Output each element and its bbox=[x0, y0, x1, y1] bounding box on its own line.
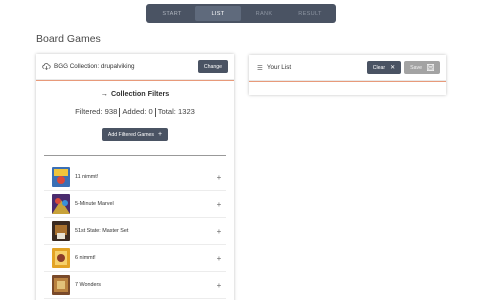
game-name: 7 Wonders bbox=[75, 282, 101, 288]
step-list[interactable]: LIST bbox=[195, 6, 241, 21]
cloud-download-icon bbox=[42, 63, 51, 71]
game-thumbnail-11-nimmt bbox=[52, 167, 70, 187]
game-row[interactable]: 11 nimmt! + bbox=[44, 164, 226, 191]
add-game-plus-icon[interactable]: + bbox=[212, 254, 226, 263]
clear-button[interactable]: Clear ✕ bbox=[366, 61, 402, 74]
your-list-panel: ☰ Your List Clear ✕ Save bbox=[249, 55, 446, 95]
game-list: 11 nimmt! + 5-Minute Marvel + 51st State… bbox=[44, 164, 226, 299]
game-row[interactable]: 51st State: Master Set + bbox=[44, 218, 226, 245]
list-divider bbox=[44, 155, 226, 156]
save-button[interactable]: Save bbox=[404, 61, 440, 74]
your-list-title: Your List bbox=[266, 64, 292, 71]
clear-label: Clear bbox=[372, 64, 386, 71]
added-count: Added: 0 bbox=[122, 107, 153, 116]
game-thumbnail-6-nimmt bbox=[52, 248, 70, 268]
add-filtered-games-label: Add Filtered Games bbox=[107, 131, 155, 138]
page-title: Board Games bbox=[36, 33, 101, 45]
collection-counts: Filtered: 938 Added: 0 Total: 1323 bbox=[36, 107, 234, 117]
add-game-plus-icon[interactable]: + bbox=[212, 200, 226, 209]
game-name: 51st State: Master Set bbox=[75, 228, 129, 234]
filtered-count: Filtered: 938 bbox=[75, 107, 118, 116]
add-game-plus-icon[interactable]: + bbox=[212, 173, 226, 182]
total-count: Total: 1323 bbox=[157, 107, 195, 116]
accent-divider bbox=[36, 80, 234, 81]
add-filtered-games-button[interactable]: Add Filtered Games + bbox=[101, 128, 169, 141]
step-rank[interactable]: RANK bbox=[241, 6, 287, 21]
your-list-header: ☰ Your List Clear ✕ Save bbox=[249, 55, 446, 81]
plus-icon: + bbox=[158, 131, 163, 138]
game-thumbnail-7-wonders bbox=[52, 275, 70, 295]
game-name: 11 nimmt! bbox=[75, 174, 99, 180]
add-game-plus-icon[interactable]: + bbox=[212, 227, 226, 236]
game-name: 6 nimmt! bbox=[75, 255, 96, 261]
collection-filters-toggle[interactable]: → Collection Filters bbox=[36, 89, 234, 98]
game-name: 5-Minute Marvel bbox=[75, 201, 114, 207]
game-row[interactable]: 5-Minute Marvel + bbox=[44, 191, 226, 218]
change-button[interactable]: Change bbox=[197, 60, 228, 73]
accent-divider bbox=[249, 81, 446, 82]
count-separator bbox=[119, 107, 121, 117]
step-start[interactable]: START bbox=[149, 6, 195, 21]
collection-panel: BGG Collection: drupalviking Change → Col… bbox=[36, 54, 234, 300]
count-separator bbox=[154, 107, 156, 117]
arrow-right-icon: → bbox=[100, 89, 108, 98]
save-icon bbox=[427, 64, 434, 71]
add-game-plus-icon[interactable]: + bbox=[212, 281, 226, 290]
collection-title: BGG Collection: drupalviking bbox=[54, 63, 135, 70]
game-thumbnail-5-minute-marvel bbox=[52, 194, 70, 214]
step-navigation: START LIST RANK RESULT bbox=[146, 4, 336, 23]
step-result[interactable]: RESULT bbox=[287, 6, 333, 21]
filters-title-label: Collection Filters bbox=[110, 89, 170, 98]
game-row[interactable]: 6 nimmt! + bbox=[44, 245, 226, 272]
save-label: Save bbox=[410, 64, 422, 71]
close-icon: ✕ bbox=[390, 65, 396, 71]
collection-header: BGG Collection: drupalviking Change bbox=[36, 54, 234, 80]
game-thumbnail-51st-state bbox=[52, 221, 70, 241]
game-row[interactable]: 7 Wonders + bbox=[44, 272, 226, 299]
list-icon: ☰ bbox=[257, 64, 263, 72]
